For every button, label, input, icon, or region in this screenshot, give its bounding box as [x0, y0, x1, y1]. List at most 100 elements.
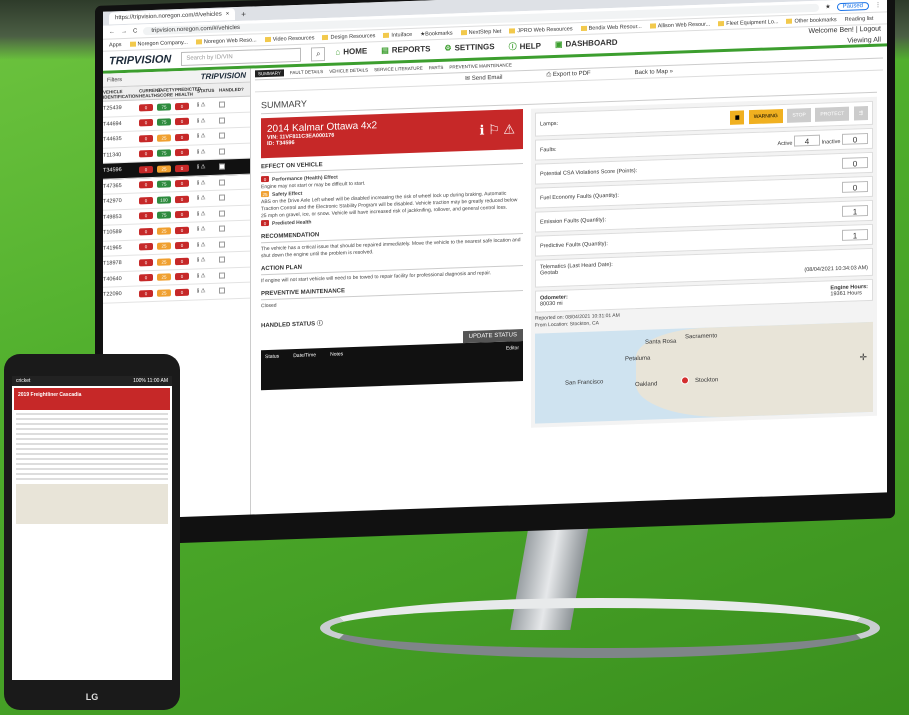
bookmark-label: Bookmarks [425, 30, 453, 37]
phone-vehicle-card: 2019 Freightliner Cascadia [14, 388, 170, 410]
handled-checkbox[interactable] [219, 287, 225, 294]
phone-screen: cricket 100% 11:00 AM 2019 Freightliner … [12, 376, 172, 680]
star-icon[interactable]: ★ [825, 3, 830, 10]
safety-score-pill: 25 [157, 165, 171, 173]
nav-help[interactable]: ⓘ HELP [509, 40, 541, 52]
handled-checkbox[interactable] [219, 148, 225, 155]
handled-checkbox[interactable] [219, 241, 225, 248]
bookmark-item[interactable]: Design Resources [322, 33, 375, 41]
forward-icon[interactable]: → [121, 28, 127, 34]
filters-button[interactable]: Filters [107, 77, 122, 84]
vehicle-map[interactable]: Santa Rosa Sacramento Petaluma San Franc… [535, 321, 873, 424]
bookmark-item[interactable]: Noregon Company... [129, 39, 188, 48]
monitor-screen: https://tripvision.noregon.com/#/vehicle… [103, 0, 887, 520]
emission-label: Emission Faults (Quantity): [540, 216, 607, 225]
send-email-button[interactable]: ✉ Send Email [465, 74, 502, 82]
app-body: Filters TRIPVISION VEHICLE IDENTIFICATIO… [103, 46, 887, 520]
status-icons: ℹ ⚠ [197, 257, 206, 264]
bookmark-item[interactable]: Video Resources [264, 35, 314, 43]
bookmark-item[interactable]: ★Bookmarks [420, 30, 452, 37]
faults-label: Faults: [540, 146, 557, 153]
nav-home[interactable]: ⌂ HOME [335, 46, 367, 58]
predicted-health-pill: 0 [175, 226, 189, 234]
predicted-health-pill: 0 [175, 102, 189, 110]
bookmark-item[interactable]: Noregon Web Reso... [195, 37, 257, 45]
handled-checkbox[interactable] [219, 210, 225, 217]
bookmark-label: Bendix Web Resour... [588, 23, 642, 32]
safety-score-pill: 25 [157, 273, 171, 282]
col-header[interactable]: SAFETY SCORE [157, 87, 175, 98]
nav-settings[interactable]: ⚙ SETTINGS [444, 42, 494, 55]
odometer: Odometer: 80030 mi [540, 294, 568, 307]
phone-text-line [16, 448, 168, 450]
handled-checkbox[interactable] [219, 194, 225, 201]
handled-checkbox[interactable] [219, 272, 225, 279]
active-faults[interactable]: 4 [793, 134, 820, 147]
bookmark-label: Intuiface [391, 31, 413, 39]
col-header[interactable]: CURRENT HEALTH [139, 87, 161, 98]
tab-parts[interactable]: PARTS [429, 65, 444, 71]
nav-label: REPORTS [391, 44, 431, 55]
info-icon: ⓘ [508, 42, 517, 52]
export-pdf-button[interactable]: ⎙ Export to PDF [546, 71, 590, 80]
bookmark-item[interactable]: Allison Web Resour... [649, 21, 710, 29]
tab-service-literature[interactable]: SERVICE LITERATURE [374, 66, 423, 73]
handled-checkbox[interactable] [219, 163, 225, 170]
bookmark-item[interactable]: Intuiface [383, 31, 412, 38]
vehicle-search-input[interactable]: Search by ID/VIN [181, 47, 302, 66]
handled-checkbox[interactable] [219, 256, 225, 263]
bookmark-item[interactable]: Reading list [845, 15, 874, 22]
search-icon[interactable]: ⌕ [311, 46, 326, 61]
profile-paused-button[interactable]: Paused [836, 1, 869, 11]
update-status-button[interactable]: UPDATE STATUS [462, 329, 523, 344]
map-pan-control[interactable]: ✛ [859, 352, 867, 363]
gear-icon: ⚙ [444, 43, 452, 53]
current-health-pill: 0 [139, 181, 153, 189]
safety-score-pill: 75 [157, 180, 171, 189]
bookmark-item[interactable]: Other bookmarks [786, 17, 837, 25]
status-icons: ℹ ⚠ [197, 133, 206, 140]
inactive-faults[interactable]: 0 [842, 133, 868, 145]
vehicle-header-card: 2014 Kalmar Ottawa 4x2 VIN: 11VF811C3EA0… [261, 109, 523, 159]
phone-text-line [16, 473, 168, 475]
bookmark-item[interactable]: Fleet Equipment Lo... [718, 19, 778, 27]
handled-checkbox[interactable] [219, 225, 225, 232]
handled-checkbox[interactable] [219, 101, 225, 108]
menu-icon[interactable]: ⋮ [875, 2, 881, 9]
handled-checkbox[interactable] [219, 132, 225, 139]
current-health-pill: 0 [139, 119, 153, 127]
folder-icon [580, 25, 587, 31]
predicted-health-pill: 0 [175, 133, 189, 141]
tab-vehicle-details[interactable]: VEHICLE DETAILS [329, 67, 368, 73]
bookmark-item[interactable]: JPRO Web Resources [509, 25, 573, 34]
tab-fault-details[interactable]: FAULT DETAILS [290, 69, 323, 75]
handled-checkbox[interactable] [219, 117, 225, 124]
col-header[interactable]: STATUS [197, 88, 219, 94]
phone-text-line [16, 463, 168, 465]
close-icon[interactable]: × [226, 11, 230, 17]
col-header[interactable]: HANDLED? [219, 87, 250, 93]
info-icon[interactable]: ⓘ [317, 321, 323, 327]
back-icon[interactable]: ← [109, 29, 115, 35]
folder-icon [786, 18, 793, 24]
nav-dashboard[interactable]: ▣ DASHBOARD [555, 38, 618, 51]
reload-icon[interactable]: C [133, 28, 137, 34]
handled-heading: HANDLED STATUS ⓘ [261, 311, 523, 331]
bookmark-label: Noregon Company... [137, 39, 188, 48]
tab-summary[interactable]: SUMMARY [255, 69, 284, 78]
current-health-pill: 0 [139, 134, 153, 143]
phone-map[interactable] [16, 484, 168, 524]
bookmark-label: JPRO Web Resources [517, 25, 573, 34]
new-tab-button[interactable]: + [241, 9, 246, 18]
nav-reports[interactable]: ▤ REPORTS [381, 44, 430, 57]
col-header[interactable]: PREDICTED HEALTH [175, 86, 201, 97]
back-to-map-button[interactable]: Back to Map » [635, 68, 673, 75]
bookmark-item[interactable]: Apps [109, 42, 122, 48]
monitor-bezel: https://tripvision.noregon.com/#/vehicle… [95, 0, 895, 547]
bookmark-item[interactable]: NextStep Net [460, 28, 501, 35]
col-header[interactable]: VEHICLE IDENTIFICATION [103, 88, 139, 100]
bookmark-item[interactable]: Bendix Web Resour... [580, 23, 642, 32]
vehicle-id: T22090 [103, 291, 122, 298]
tab-preventive-maintenance[interactable]: PREVENTIVE MAINTENANCE [449, 62, 512, 69]
handled-checkbox[interactable] [219, 179, 225, 186]
